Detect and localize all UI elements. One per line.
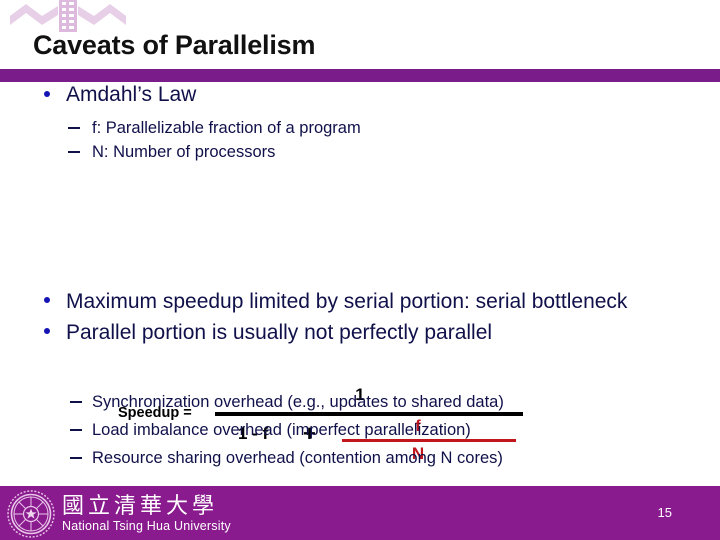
slide-footer: 國立清華大學 National Tsing Hua University 15 [0,486,720,540]
main-points-section: Maximum speedup limited by serial portio… [0,288,720,346]
bullet-dot-icon [44,297,50,303]
sub-bullet-f-definition: f: Parallelizable fraction of a program [0,117,720,140]
bullet-amdahls-law: Amdahl’s Law [0,82,720,108]
dash-marker-icon [68,127,80,129]
sub-bullet-resource-sharing-overhead: Resource sharing overhead (contention am… [0,446,720,470]
amdahl-section: Amdahl’s Law f: Parallelizable fraction … [0,82,720,164]
sub-bullet-synchronization-overhead: Synchronization overhead (e.g., updates … [0,390,720,414]
bullet-label: Parallel portion is usually not perfectl… [66,321,493,344]
nthu-seal-icon [7,490,55,538]
bullet-label: Maximum speedup limited by serial portio… [66,290,628,313]
bullet-serial-bottleneck: Maximum speedup limited by serial portio… [0,288,720,315]
page-number: 15 [657,505,672,520]
sub-bullet-label: Synchronization overhead (e.g., updates … [92,393,504,411]
dash-marker-icon [68,151,80,153]
amdahl-formula: Speedup = 1 1 - f + f N [0,190,720,463]
overheads-section: Synchronization overhead (e.g., updates … [0,390,720,470]
dash-marker-icon [70,401,82,403]
slide-title: Caveats of Parallelism [33,30,316,60]
bullet-dot-icon [44,91,50,97]
sub-bullet-n-definition: N: Number of processors [0,141,720,164]
sub-bullet-label: N: Number of processors [92,143,276,161]
footer-university-name-en: National Tsing Hua University [62,519,231,533]
slide-canvas: Caveats of Parallelism Amdahl’s Law f: P… [0,0,720,540]
title-divider-bar [0,69,720,82]
sub-bullet-load-imbalance-overhead: Load imbalance overhead (imperfect paral… [0,418,720,442]
sub-bullet-label: f: Parallelizable fraction of a program [92,119,361,137]
bullet-imperfect-parallel: Parallel portion is usually not perfectl… [0,319,720,346]
bullet-label: Amdahl’s Law [66,83,197,106]
footer-university-name-cn: 國立清華大學 [62,494,219,519]
content-area: Amdahl’s Law f: Parallelizable fraction … [0,82,720,164]
sub-bullet-label: Load imbalance overhead (imperfect paral… [92,421,471,439]
bullet-dot-icon [44,328,50,334]
dash-marker-icon [70,457,82,459]
dash-marker-icon [70,429,82,431]
sub-bullet-label: Resource sharing overhead (contention am… [92,449,503,467]
